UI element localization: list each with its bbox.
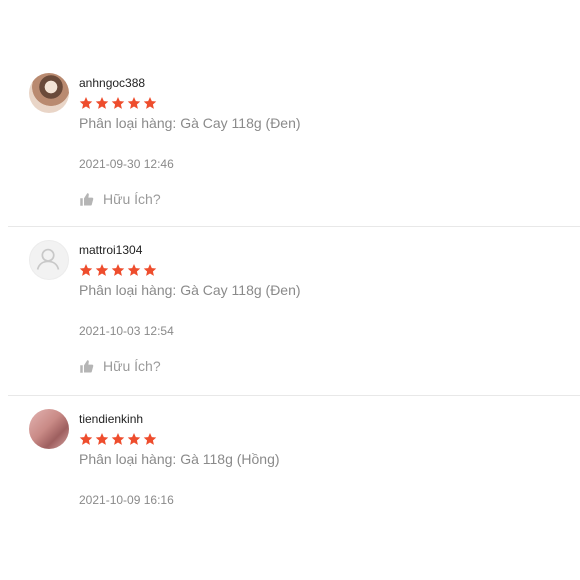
review-item: anhngoc388 Phân loại hàng: Gà Cay 118g (…	[8, 60, 580, 227]
star-icon	[127, 97, 141, 109]
star-icon	[143, 264, 157, 276]
helpful-label: Hữu Ích?	[103, 191, 161, 207]
helpful-button[interactable]: Hữu Ích?	[79, 191, 161, 207]
star-icon	[95, 97, 109, 109]
review-timestamp: 2021-10-09 16:16	[79, 493, 174, 507]
avatar[interactable]	[29, 73, 69, 113]
star-icon	[111, 433, 125, 445]
star-icon	[79, 433, 93, 445]
review-username[interactable]: anhngoc388	[79, 76, 145, 90]
rating-stars	[79, 432, 157, 446]
star-icon	[127, 264, 141, 276]
avatar[interactable]	[29, 409, 69, 449]
star-icon	[143, 433, 157, 445]
review-timestamp: 2021-10-03 12:54	[79, 324, 174, 338]
star-icon	[143, 97, 157, 109]
product-variant: Phân loại hàng: Gà Cay 118g (Đen)	[79, 115, 301, 131]
product-variant: Phân loại hàng: Gà 118g (Hồng)	[79, 451, 280, 467]
star-icon	[127, 433, 141, 445]
review-item: mattroi1304 Phân loại hàng: Gà Cay 118g …	[8, 227, 580, 396]
review-timestamp: 2021-09-30 12:46	[79, 157, 174, 171]
star-icon	[111, 97, 125, 109]
review-username[interactable]: tiendienkinh	[79, 412, 143, 426]
rating-stars	[79, 263, 157, 277]
review-item: tiendienkinh Phân loại hàng: Gà 118g (Hồ…	[8, 396, 580, 580]
helpful-label: Hữu Ích?	[103, 358, 161, 374]
star-icon	[95, 433, 109, 445]
helpful-button[interactable]: Hữu Ích?	[79, 358, 161, 374]
avatar[interactable]	[29, 240, 69, 280]
star-icon	[79, 97, 93, 109]
product-variant: Phân loại hàng: Gà Cay 118g (Đen)	[79, 282, 301, 298]
thumbs-up-icon	[80, 359, 94, 373]
rating-stars	[79, 96, 157, 110]
review-username[interactable]: mattroi1304	[79, 243, 142, 257]
star-icon	[95, 264, 109, 276]
star-icon	[79, 264, 93, 276]
thumbs-up-icon	[80, 192, 94, 206]
user-icon	[36, 248, 60, 270]
star-icon	[111, 264, 125, 276]
